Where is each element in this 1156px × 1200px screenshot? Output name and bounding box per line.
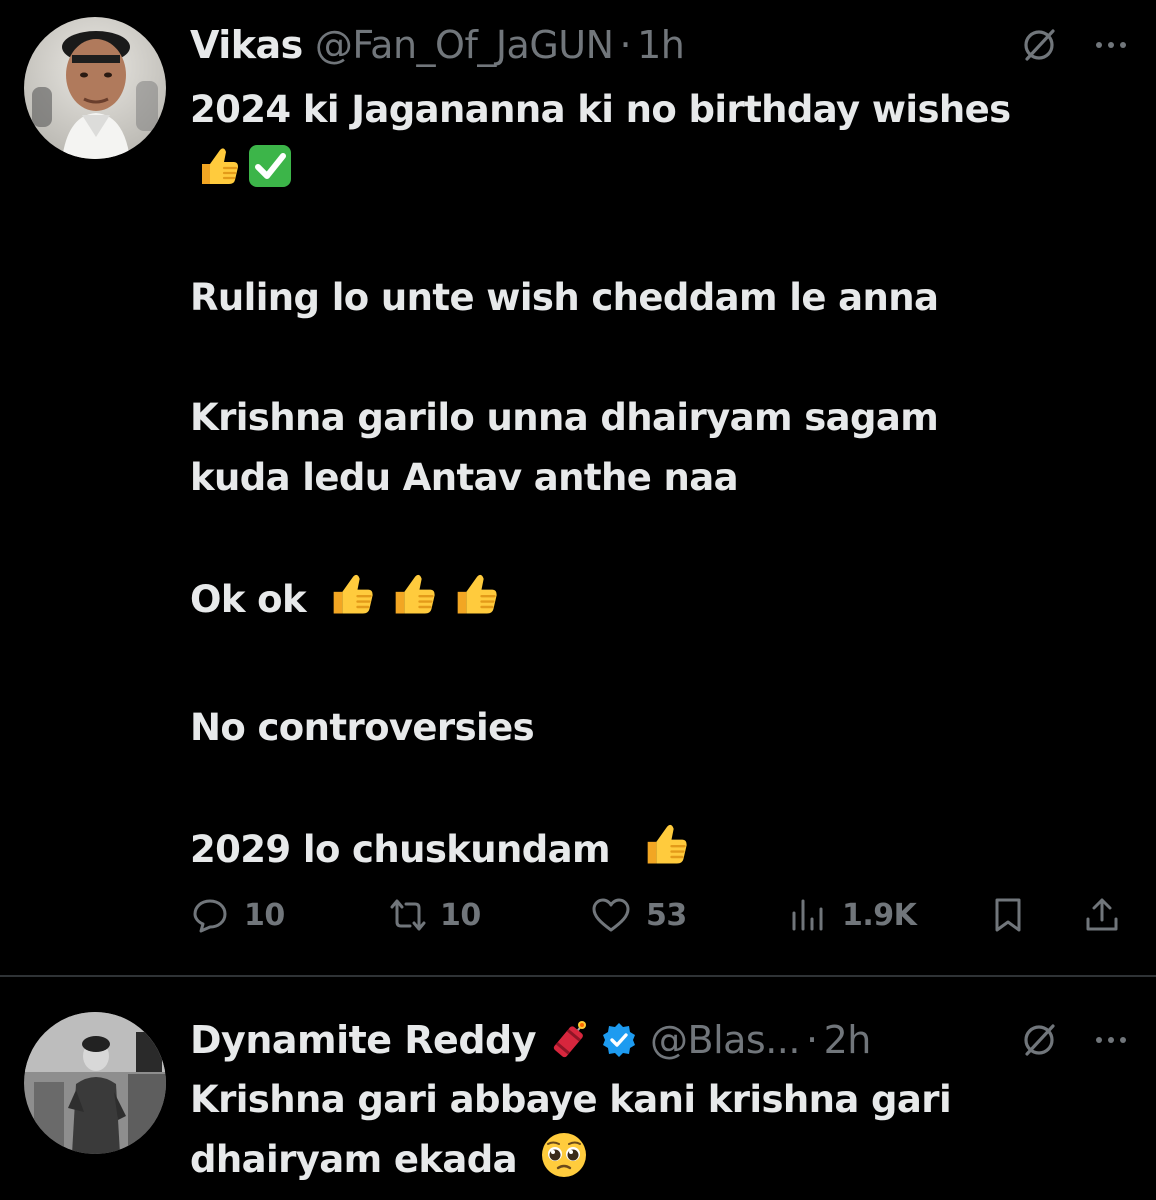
tweet-line: Krishna garilo unna dhairyam sagam [190, 396, 939, 439]
tweet-paragraph: Ruling lo unte wish cheddam le anna [190, 276, 939, 319]
like-count: 53 [646, 897, 687, 933]
reply-icon [190, 895, 230, 935]
verified-icon[interactable] [600, 1021, 638, 1059]
avatar[interactable] [24, 1012, 166, 1154]
tweet-header: Dynamite Reddy @Blas... · 2h [190, 1017, 1130, 1063]
tweet-line: Krishna gari abbaye kani krishna gari [190, 1078, 952, 1121]
tweet-header: Vikas @Fan_Of_JaGUN · 1h [190, 22, 1130, 68]
bookmark-icon [988, 895, 1028, 935]
avatar[interactable] [24, 17, 166, 159]
tweet-line: kuda ledu Antav anthe naa [190, 456, 739, 499]
like-icon [590, 895, 632, 935]
more-icon[interactable] [1092, 1021, 1130, 1059]
display-name[interactable]: Vikas [190, 22, 303, 68]
views-icon [788, 895, 828, 935]
views-count: 1.9K [842, 897, 917, 933]
tweet-actions: 10 10 53 1.9K [190, 885, 1130, 945]
repost-count: 10 [440, 897, 481, 933]
user-handle[interactable]: @Blas... [650, 1017, 800, 1063]
thumbs-up-icon [194, 142, 242, 208]
thumbs-up-icon [384, 568, 442, 638]
views-button[interactable]: 1.9K [788, 885, 917, 945]
tweet-line: 2024 ki Jagananna ki no birthday wishes [190, 88, 1011, 131]
more-icon[interactable] [1092, 26, 1130, 64]
tweet-text: Krishna gari abbaye kani krishna gari dh… [190, 1070, 1126, 1198]
separator-dot: · [619, 23, 632, 67]
tweet-line: dhairyam ekada [190, 1138, 518, 1181]
tweet-paragraph: Krishna garilo unna dhairyam sagam kuda … [190, 388, 1126, 508]
tweet-paragraph: Ok ok [190, 568, 1126, 638]
thumbs-up-icon [636, 818, 694, 888]
grok-icon[interactable] [1020, 26, 1058, 64]
tweet-paragraph: 2029 lo chuskundam [190, 818, 1126, 888]
tweet-text: 2024 ki Jagananna ki no birthday wishes … [190, 80, 1126, 888]
thumbs-up-icon [446, 568, 504, 638]
tweet-line: 2029 lo chuskundam [190, 828, 611, 871]
reply-button[interactable]: 10 [190, 885, 285, 945]
timestamp[interactable]: 1h [637, 22, 685, 68]
thumbs-up-icon [322, 568, 380, 638]
display-name[interactable]: Dynamite Reddy [190, 1017, 537, 1063]
tweet-line: Ok ok [190, 578, 307, 621]
repost-button[interactable]: 10 [386, 885, 481, 945]
like-button[interactable]: 53 [590, 885, 687, 945]
timestamp[interactable]: 2h [824, 1017, 872, 1063]
tweet-paragraph: 2024 ki Jagananna ki no birthday wishes [190, 80, 1126, 208]
repost-icon [386, 895, 430, 935]
tweet-paragraph: No controversies [190, 706, 535, 749]
firecracker-icon [548, 1017, 590, 1063]
user-handle[interactable]: @Fan_Of_JaGUN [315, 22, 614, 68]
grok-icon[interactable] [1020, 1021, 1058, 1059]
separator-dot: · [805, 1018, 818, 1062]
pleading-face-icon [539, 1130, 589, 1198]
tweet-divider [0, 975, 1156, 977]
bookmark-button[interactable] [988, 885, 1028, 945]
share-button[interactable] [1082, 885, 1122, 945]
share-icon [1082, 895, 1122, 935]
check-mark-icon [246, 142, 294, 208]
reply-count: 10 [244, 897, 285, 933]
tweet[interactable]: Vikas @Fan_Of_JaGUN · 1h 2024 ki Jaganan… [0, 0, 1156, 975]
